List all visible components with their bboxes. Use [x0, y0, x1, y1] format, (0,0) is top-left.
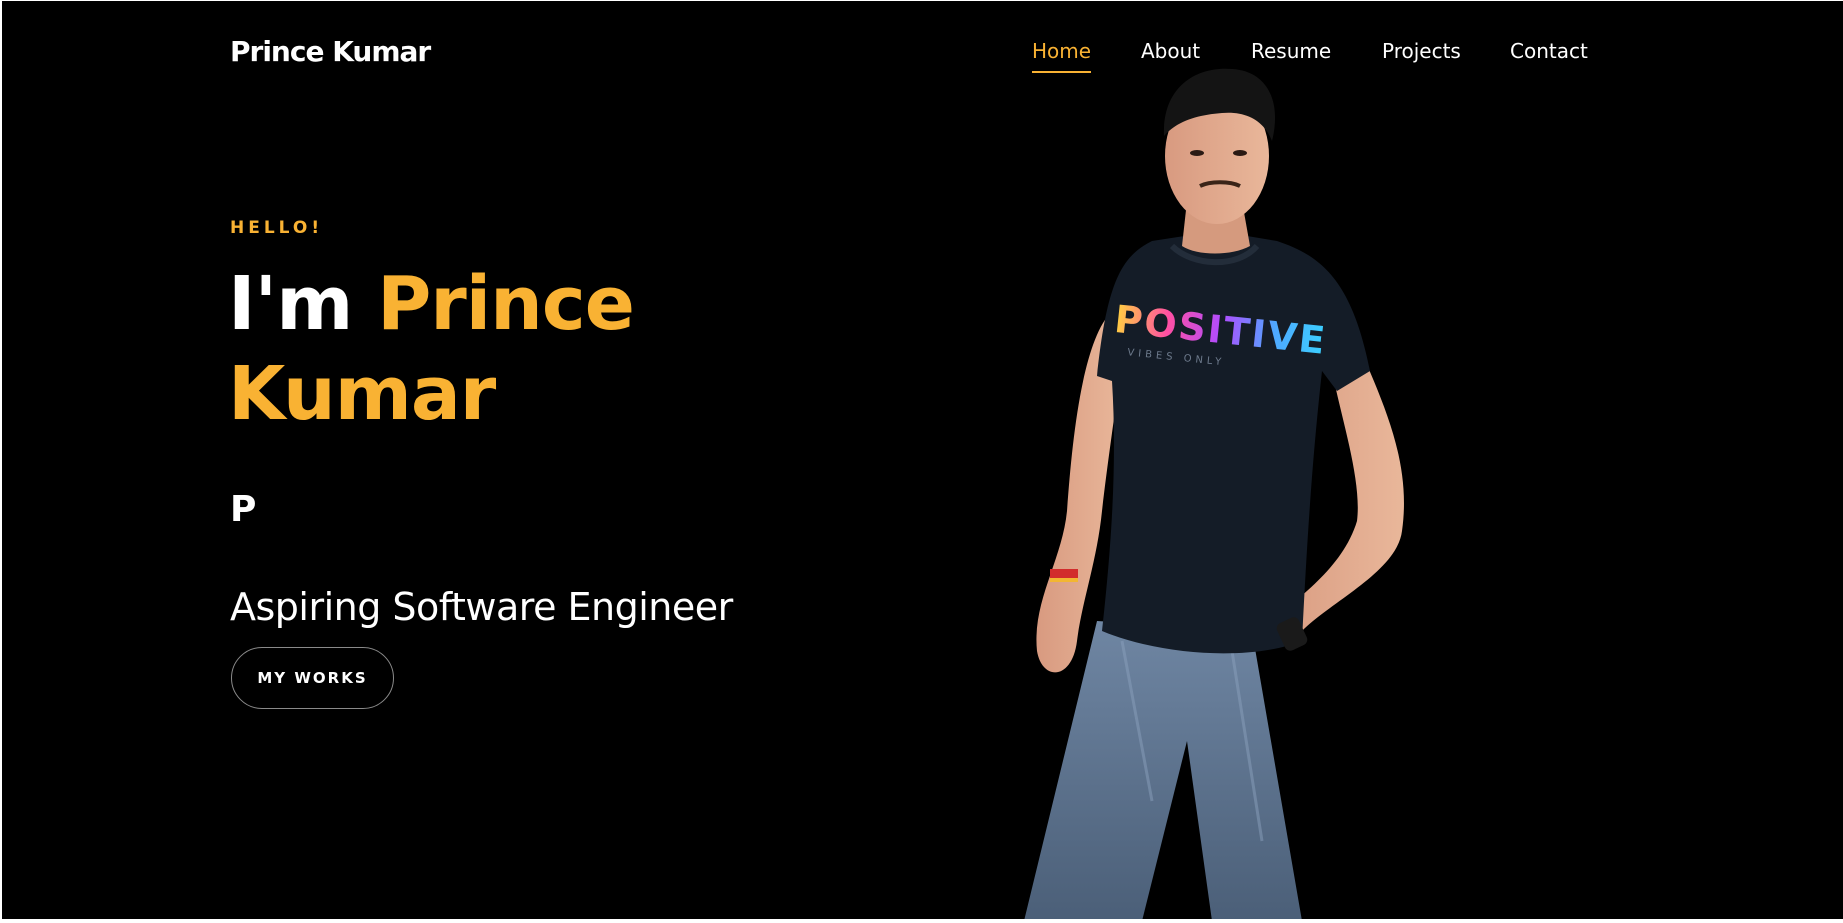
hero-greeting: HELLO!: [230, 218, 324, 238]
headline-last-name: Kumar: [228, 351, 496, 437]
profile-photo: POSITIVE VIBES ONLY: [1024, 68, 1404, 919]
typed-text: P: [230, 489, 257, 530]
headline-first-name: Prince: [377, 261, 635, 347]
hero-headline: I'm Prince Kumar: [228, 259, 635, 439]
brand-logo[interactable]: Prince Kumar: [230, 33, 431, 71]
hero-tagline: Aspiring Software Engineer: [230, 585, 733, 629]
nav-link-contact[interactable]: Contact: [1510, 37, 1588, 71]
headline-prefix: I'm: [228, 261, 353, 347]
page: Prince Kumar Home About Resume Projects …: [2, 1, 1843, 919]
my-works-button[interactable]: MY WORKS: [231, 647, 394, 709]
